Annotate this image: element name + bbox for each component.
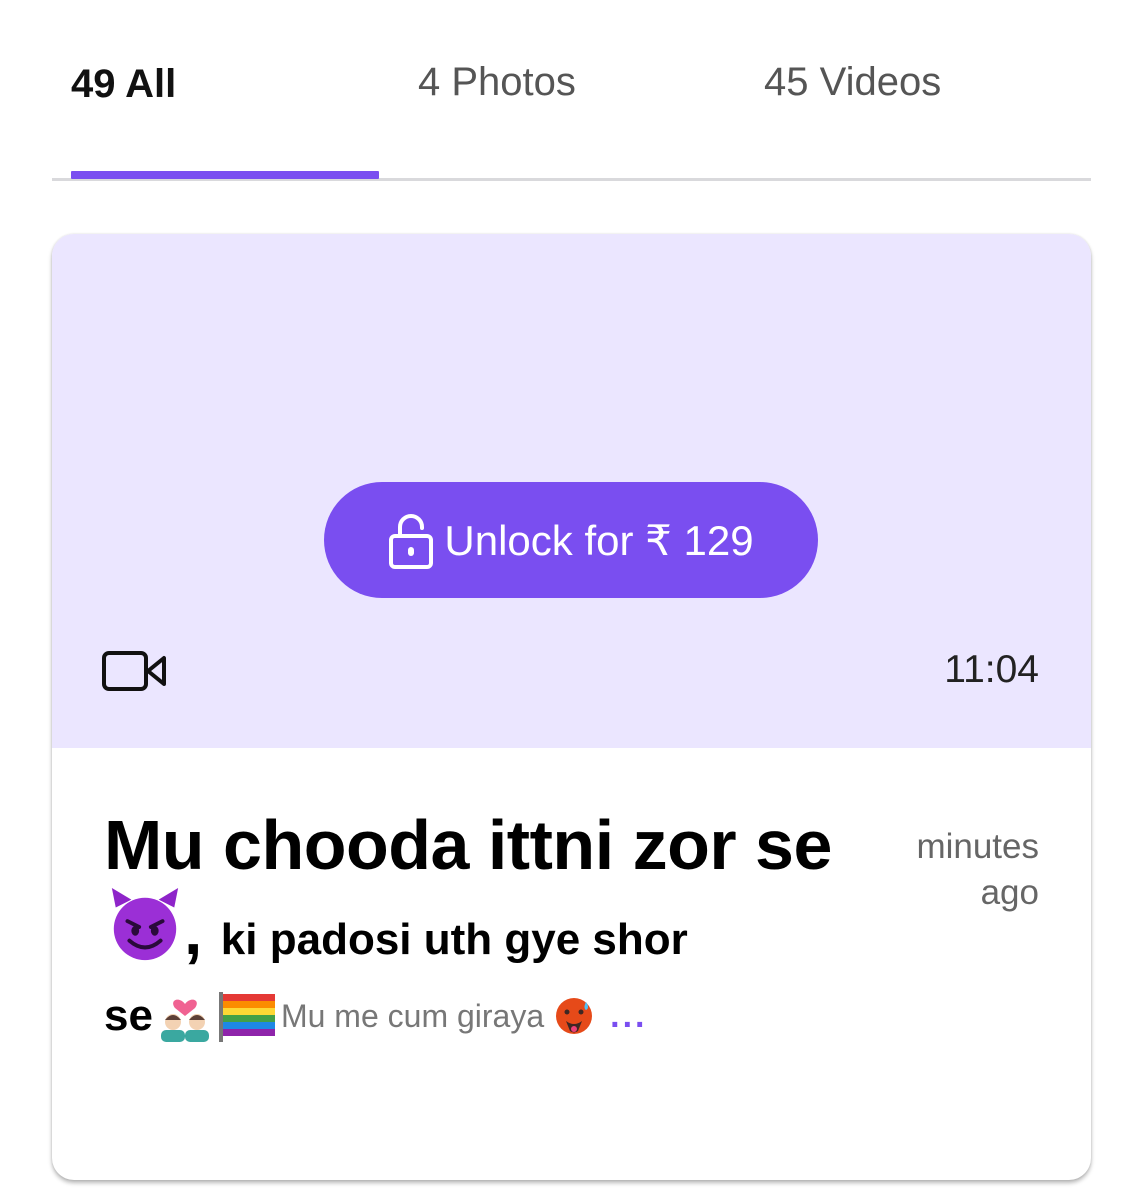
video-duration: 11:04 [944, 648, 1039, 691]
title-continued: se Mu me cum giraya ... [104, 990, 647, 1042]
tab-photos[interactable]: 4 Photos [418, 60, 576, 105]
title-part1: Mu chooda ittni zor se [104, 806, 832, 884]
unlock-button[interactable]: Unlock for ₹ 129 [324, 482, 818, 598]
couple-with-heart-emoji [160, 999, 209, 1042]
tab-all[interactable]: 49 All [71, 62, 176, 107]
page: 49 All 4 Photos 45 Videos Unlock for ₹ 1… [0, 0, 1140, 1200]
title-comma: , [184, 894, 202, 968]
active-tab-indicator [71, 171, 379, 179]
post-card[interactable]: Unlock for ₹ 129 11:04 Mu chooda ittni z… [52, 234, 1091, 1180]
video-camera-icon [102, 651, 166, 691]
post-description: Mu me cum giraya [280, 997, 545, 1034]
rainbow-flag-emoji [218, 992, 275, 1042]
media-tabs: 49 All 4 Photos 45 Videos [52, 0, 1091, 182]
hot-face-emoji [556, 998, 593, 1034]
post-title[interactable]: Mu chooda ittni zor se , ki padosi uth g… [104, 804, 864, 981]
tab-videos[interactable]: 45 Videos [764, 60, 941, 105]
locked-media-preview[interactable]: Unlock for ₹ 129 11:04 [52, 234, 1091, 748]
more-button[interactable]: ... [610, 997, 647, 1036]
title-part2: ki padosi uth gye shor [220, 915, 688, 964]
lock-icon [389, 514, 434, 569]
unlock-label: Unlock for ₹ 129 [444, 516, 754, 564]
smiling-devil-emoji [111, 887, 179, 961]
title-part3: se [104, 991, 153, 1040]
post-time-ago: minutes ago [916, 827, 1039, 912]
